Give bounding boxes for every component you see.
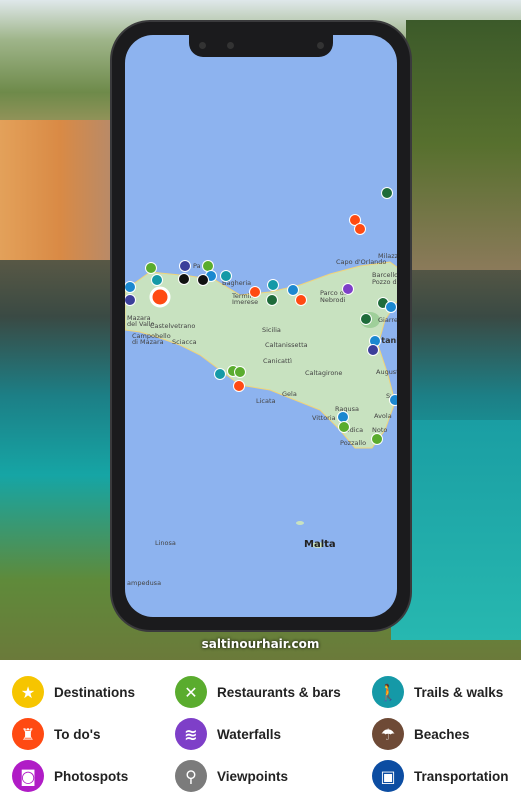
- map-label: Licata: [256, 397, 276, 405]
- castle-icon: ♜: [12, 718, 44, 750]
- phone-mockup: Capo d'OrlandoMilazzoBarcellonaPozzo di …: [112, 22, 410, 630]
- legend-label: To do's: [54, 726, 101, 742]
- legend-label: Waterfalls: [217, 726, 282, 742]
- map-label: Caltagirone: [305, 369, 342, 377]
- legend-label: Transportation: [414, 768, 509, 784]
- map-pin-icon[interactable]: [360, 313, 372, 325]
- map-label: Gela: [282, 390, 297, 398]
- star-icon: ★: [12, 676, 44, 708]
- map-label: Noto: [372, 426, 387, 434]
- map-label: Castelvetrano: [150, 322, 195, 330]
- map-pin-icon[interactable]: [354, 223, 366, 235]
- map-label: Sciacca: [172, 338, 197, 346]
- legend-item: ✕ Restaurants & bars: [175, 676, 341, 708]
- legend-item: ☂ Beaches: [372, 718, 470, 750]
- legend-item: ★ Destinations: [12, 676, 135, 708]
- sicily-map[interactable]: Capo d'OrlandoMilazzoBarcellonaPozzo di …: [125, 35, 397, 617]
- watermark: saltinourhair.com: [201, 637, 320, 651]
- waterfall-icon: ≋: [175, 718, 207, 750]
- binoculars-icon: ⚲: [175, 760, 207, 792]
- gozo-island: [296, 521, 304, 525]
- legend-item: ≋ Waterfalls: [175, 718, 281, 750]
- map-label: Vittoria: [312, 414, 336, 422]
- legend-label: Viewpoints: [217, 768, 289, 784]
- map-pin-icon[interactable]: [145, 262, 157, 274]
- map-label: Ragusa: [335, 405, 359, 413]
- train-icon: ▣: [372, 760, 404, 792]
- legend-item: ▣ Transportation: [372, 760, 509, 792]
- map-label: Avola: [374, 412, 392, 420]
- map-pin-icon[interactable]: [371, 433, 383, 445]
- map-pin-icon[interactable]: [266, 294, 278, 306]
- map-label: Sicilia: [262, 326, 281, 334]
- map-label: Pozzallo: [340, 439, 366, 447]
- camera-icon: [227, 42, 234, 49]
- map-pin-icon[interactable]: [178, 273, 190, 285]
- map-pin-icon[interactable]: [389, 394, 398, 406]
- map-pin-icon[interactable]: [381, 187, 393, 199]
- legend-item: ⚲ Viewpoints: [175, 760, 288, 792]
- map-pin-icon[interactable]: [337, 411, 349, 423]
- map-label: Malta: [304, 539, 336, 550]
- legend-label: Destinations: [54, 684, 136, 700]
- map-pin-icon[interactable]: [214, 368, 226, 380]
- map-legend: ★ Destinations ✕ Restaurants & bars 🚶 Trails …: [0, 660, 521, 810]
- umbrella-icon: ☂: [372, 718, 404, 750]
- map-label: Giarre: [378, 316, 397, 324]
- map-pin-icon[interactable]: [342, 283, 354, 295]
- map-pin-icon[interactable]: [125, 294, 136, 306]
- fork-spoon-icon: ✕: [175, 676, 207, 708]
- phone-notch: [189, 35, 333, 57]
- hiker-icon: 🚶: [372, 676, 404, 708]
- map-pin-icon[interactable]: [125, 281, 136, 293]
- legend-label: Restaurants & bars: [217, 684, 341, 700]
- map-pin-icon[interactable]: [220, 270, 232, 282]
- selected-pin-icon[interactable]: [149, 286, 171, 308]
- map-label: ampedusa: [127, 579, 161, 587]
- turquoise-sea: [391, 420, 521, 640]
- map-pin-icon[interactable]: [295, 294, 307, 306]
- map-pin-icon[interactable]: [151, 274, 163, 286]
- map-pin-icon[interactable]: [197, 274, 209, 286]
- map-label: Canicattì: [263, 357, 292, 365]
- map-pin-icon[interactable]: [234, 366, 246, 378]
- map-pin-icon[interactable]: [249, 286, 261, 298]
- coastal-houses: [0, 120, 120, 260]
- trees: [406, 20, 521, 270]
- sensor-icon: [317, 42, 324, 49]
- map-label: Nebrodi: [320, 296, 346, 304]
- map-pin-icon[interactable]: [338, 421, 350, 433]
- legend-item: ♜ To do's: [12, 718, 100, 750]
- legend-label: Trails & walks: [414, 684, 504, 700]
- camera-icon: ◙: [12, 760, 44, 792]
- map-label: Milazzo: [378, 252, 397, 260]
- map-pin-icon[interactable]: [202, 260, 214, 272]
- sensor-icon: [199, 42, 206, 49]
- map-label: di Mazara: [132, 338, 164, 346]
- map-pin-icon[interactable]: [385, 301, 397, 313]
- map-label: Linosa: [155, 539, 176, 547]
- phone-screen: Capo d'OrlandoMilazzoBarcellonaPozzo di …: [125, 35, 397, 617]
- map-label: Pa: [193, 262, 201, 270]
- legend-item: 🚶 Trails & walks: [372, 676, 503, 708]
- map-pin-icon[interactable]: [287, 284, 299, 296]
- legend-label: Beaches: [414, 726, 470, 742]
- legend-label: Photospots: [54, 768, 129, 784]
- map-pin-icon[interactable]: [367, 344, 379, 356]
- map-pin-icon[interactable]: [179, 260, 191, 272]
- map-label: Caltanissetta: [265, 341, 308, 349]
- map-pin-icon[interactable]: [233, 380, 245, 392]
- map-pin-icon[interactable]: [267, 279, 279, 291]
- map-label: Pozzo di Gotto: [372, 278, 397, 286]
- map-label: Imerese: [232, 298, 258, 306]
- map-label: Augusta: [376, 368, 397, 376]
- legend-item: ◙ Photospots: [12, 760, 128, 792]
